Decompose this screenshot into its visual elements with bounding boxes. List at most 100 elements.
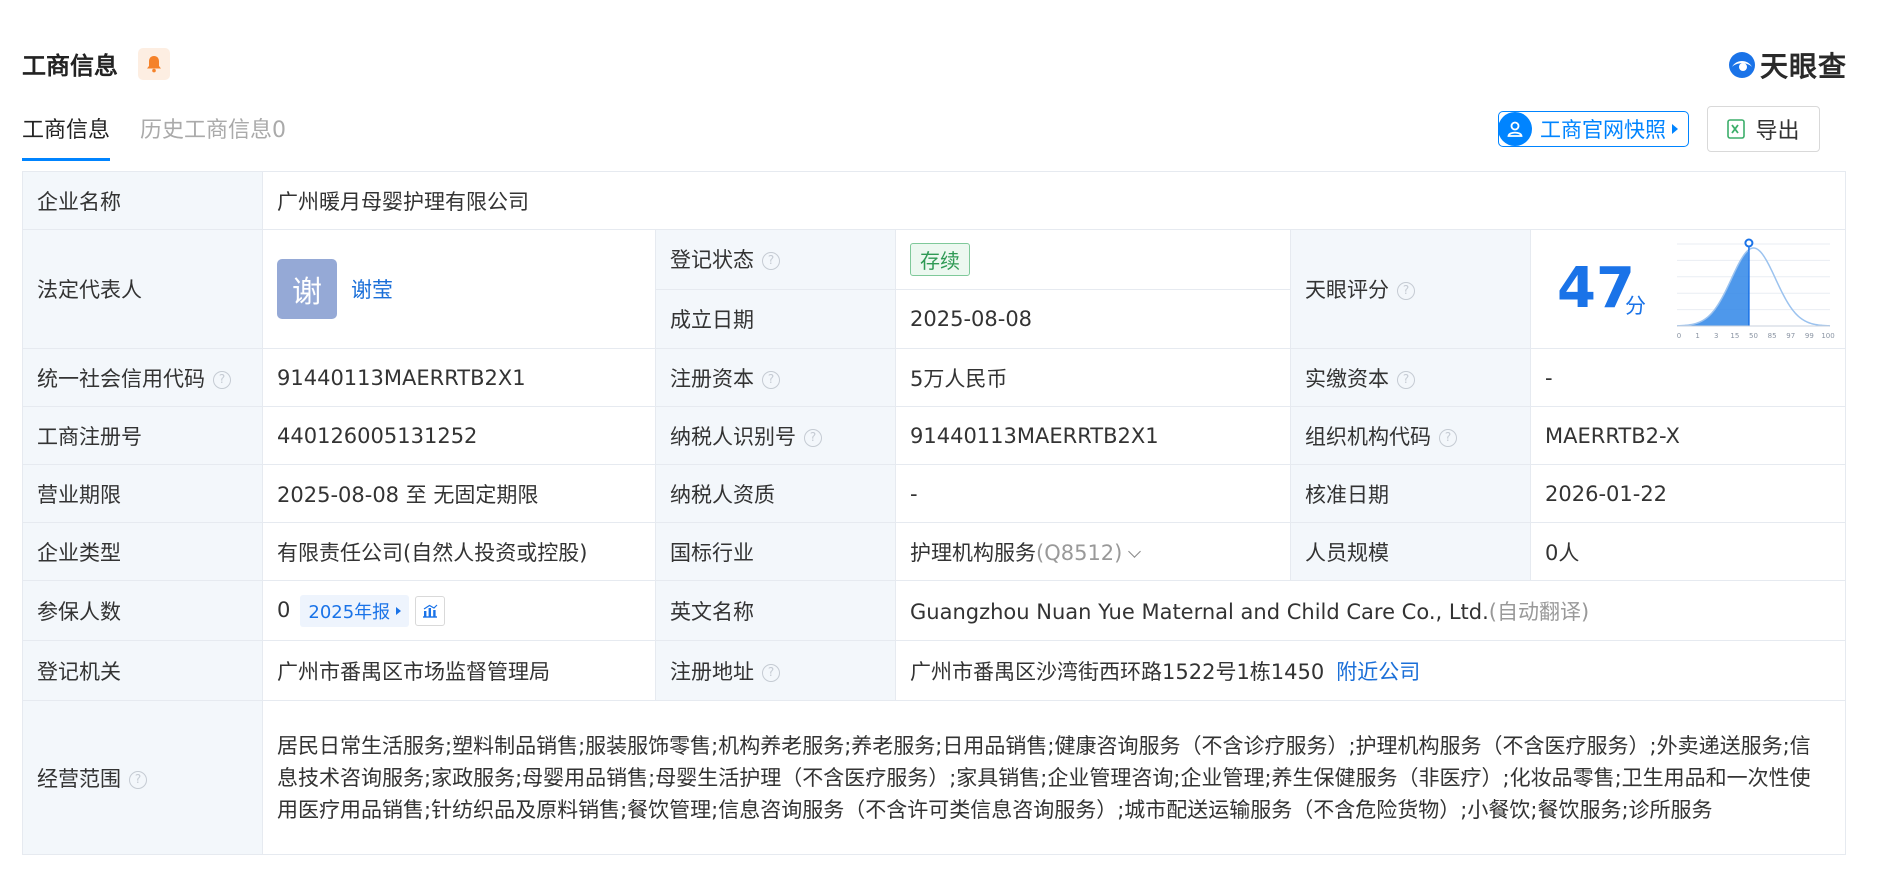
table-row: 法定代表人 谢谢莹 登记状态? 存续 天眼评分? 47 分 0 1 3 15 50 85 9… bbox=[22, 229, 1847, 349]
approval-date-label: 核准日期 bbox=[1290, 464, 1531, 523]
company-name-label: 企业名称 bbox=[22, 171, 263, 230]
official-snapshot-label: 工商官网快照 bbox=[1540, 118, 1666, 142]
biz-scope-label: 经营范围 bbox=[37, 766, 121, 791]
biz-scope-value: 居民日常生活服务;塑料制品销售;服装服饰零售;机构养老服务;养老服务;日用品销售… bbox=[261, 700, 1847, 855]
org-code-value: MAERRTB2-X bbox=[1529, 406, 1847, 465]
taxpayer-id-value: 91440113MAERRTB2X1 bbox=[895, 406, 1291, 465]
export-label: 导出 bbox=[1755, 119, 1800, 144]
insured-label: 参保人数 bbox=[22, 580, 263, 641]
chevron-down-icon[interactable] bbox=[1128, 544, 1142, 558]
reg-capital-label-cell: 注册资本? bbox=[655, 348, 896, 407]
industry-cell[interactable]: 护理机构服务(Q8512) bbox=[895, 522, 1291, 581]
help-icon[interactable]: ? bbox=[1439, 428, 1457, 447]
score-area-fill bbox=[1677, 250, 1749, 326]
biz-reg-no-value: 440126005131252 bbox=[262, 406, 656, 465]
score-unit: 分 bbox=[1625, 294, 1646, 318]
paid-capital-label: 实缴资本 bbox=[1305, 366, 1389, 391]
tab-bar: 工商信息 历史工商信息0 bbox=[22, 112, 316, 161]
table-row: 营业期限 2025-08-08 至 无固定期限 纳税人资质 - 核准日期 202… bbox=[22, 464, 1847, 523]
credit-code-label: 统一社会信用代码 bbox=[37, 366, 205, 391]
biz-term-label: 营业期限 bbox=[22, 464, 263, 523]
staff-size-value: 0人 bbox=[1529, 522, 1847, 581]
tick-label: 0 bbox=[1677, 332, 1681, 340]
help-icon[interactable]: ? bbox=[762, 370, 780, 389]
biz-term-value: 2025-08-08 至 无固定期限 bbox=[262, 464, 656, 523]
help-icon[interactable]: ? bbox=[762, 663, 780, 682]
excel-icon bbox=[1727, 119, 1746, 139]
approval-date-value: 2026-01-22 bbox=[1529, 464, 1847, 523]
tick-label: 15 bbox=[1730, 332, 1739, 340]
table-row: 企业名称 广州暖月母婴护理有限公司 bbox=[22, 171, 1847, 230]
help-icon[interactable]: ? bbox=[1397, 282, 1415, 300]
biz-scope-label-cell: 经营范围? bbox=[22, 700, 263, 855]
table-row: 经营范围? 居民日常生活服务;塑料制品销售;服装服饰零售;机构养老服务;养老服务… bbox=[22, 700, 1847, 855]
status-badge: 存续 bbox=[910, 242, 970, 276]
nearby-companies-link[interactable]: 附近公司 bbox=[1336, 660, 1420, 684]
english-name-cell: Guangzhou Nuan Yue Maternal and Child Ca… bbox=[894, 580, 1847, 641]
reg-status-cell: 存续 bbox=[895, 229, 1291, 290]
annual-report-label: 2025年报 bbox=[308, 601, 391, 623]
official-snapshot-button[interactable]: 工商官网快照 bbox=[1498, 111, 1689, 147]
english-name-label: 英文名称 bbox=[655, 580, 896, 641]
org-code-label: 组织机构代码 bbox=[1305, 424, 1431, 449]
annual-report-tag[interactable]: 2025年报 bbox=[300, 594, 410, 627]
reg-address-label-cell: 注册地址? bbox=[655, 640, 896, 701]
tick-label: 97 bbox=[1786, 332, 1795, 340]
caret-right-icon bbox=[396, 606, 402, 615]
company-name-value: 广州暖月母婴护理有限公司 bbox=[261, 171, 1847, 230]
table-row: 工商注册号 440126005131252 纳税人识别号? 91440113MA… bbox=[22, 406, 1847, 465]
paid-capital-label-cell: 实缴资本? bbox=[1290, 348, 1531, 407]
brand-name: 天眼查 bbox=[1759, 50, 1847, 83]
business-info-table: 企业名称 广州暖月母婴护理有限公司 法定代表人 谢谢莹 登记状态? 存续 天眼评… bbox=[22, 171, 1847, 855]
tick-label: 100 bbox=[1821, 332, 1834, 340]
legal-rep-name-link[interactable]: 谢莹 bbox=[351, 278, 393, 302]
score-distribution-chart: 0 1 3 15 50 85 97 99 100 bbox=[1677, 238, 1835, 340]
reg-address-label: 注册地址 bbox=[670, 659, 754, 684]
score-label: 天眼评分 bbox=[1305, 278, 1389, 302]
insured-cell: 0 2025年报 bbox=[262, 580, 656, 641]
insured-value: 0 bbox=[277, 597, 291, 622]
export-button[interactable]: 导出 bbox=[1707, 106, 1820, 152]
credit-code-label-cell: 统一社会信用代码? bbox=[22, 348, 263, 407]
tick-label: 3 bbox=[1714, 332, 1718, 340]
english-name-value: Guangzhou Nuan Yue Maternal and Child Ca… bbox=[910, 599, 1489, 624]
tick-label: 99 bbox=[1805, 332, 1814, 340]
tab-history-business-info[interactable]: 历史工商信息0 bbox=[140, 112, 286, 161]
industry-label: 国标行业 bbox=[655, 522, 896, 581]
bell-icon[interactable] bbox=[138, 47, 170, 80]
help-icon[interactable]: ? bbox=[804, 428, 822, 447]
reg-status-label: 登记状态 bbox=[670, 248, 754, 273]
score-value: 47 bbox=[1557, 256, 1635, 321]
section-title: 工商信息 bbox=[22, 52, 118, 80]
user-badge-icon bbox=[1498, 112, 1532, 146]
help-icon[interactable]: ? bbox=[129, 770, 147, 789]
help-icon[interactable]: ? bbox=[762, 252, 780, 271]
tick-label: 50 bbox=[1749, 332, 1758, 340]
auto-translate-note: (自动翻译) bbox=[1488, 599, 1590, 624]
bar-chart-icon[interactable] bbox=[415, 595, 446, 626]
reg-capital-value: 5万人民币 bbox=[895, 348, 1291, 407]
section-header: 工商信息 bbox=[22, 46, 170, 81]
score-label-cell: 天眼评分? bbox=[1290, 229, 1531, 349]
score-cell: 47 分 0 1 3 15 50 85 97 99 100 bbox=[1529, 229, 1847, 349]
help-icon[interactable]: ? bbox=[1397, 370, 1415, 389]
toolbar: 工商官网快照 导出 bbox=[1498, 106, 1820, 152]
taxpayer-id-label-cell: 纳税人识别号? bbox=[655, 406, 896, 465]
tab-business-info[interactable]: 工商信息 bbox=[22, 112, 111, 161]
reg-authority-value: 广州市番禺区市场监督管理局 bbox=[262, 640, 656, 701]
table-row: 参保人数 0 2025年报 英文名称 Guangzhou Nuan Yue Mat… bbox=[22, 580, 1847, 641]
brand-eye-icon bbox=[1728, 52, 1755, 78]
industry-code: (Q8512) bbox=[1036, 540, 1123, 565]
table-row: 统一社会信用代码? 91440113MAERRTB2X1 注册资本? 5万人民币… bbox=[22, 348, 1847, 407]
taxpayer-id-label: 纳税人识别号 bbox=[670, 424, 796, 449]
credit-code-value: 91440113MAERRTB2X1 bbox=[262, 348, 656, 407]
reg-capital-label: 注册资本 bbox=[670, 366, 754, 391]
reg-status-label-cell: 登记状态? bbox=[655, 229, 896, 290]
table-row: 登记机关 广州市番禺区市场监督管理局 注册地址? 广州市番禺区沙湾街西环路152… bbox=[22, 640, 1847, 701]
business-info-panel: 工商信息 天眼查 工商信息 历史工商信息0 工商官网快照 导出 企业名称 广州暖… bbox=[0, 0, 1888, 872]
avatar[interactable]: 谢 bbox=[277, 259, 337, 319]
reg-address-value: 广州市番禺区沙湾街西环路1522号1栋1450 bbox=[910, 659, 1325, 684]
help-icon[interactable]: ? bbox=[213, 370, 231, 389]
taxpayer-qual-value: - bbox=[895, 464, 1291, 523]
org-code-label-cell: 组织机构代码? bbox=[1290, 406, 1531, 465]
